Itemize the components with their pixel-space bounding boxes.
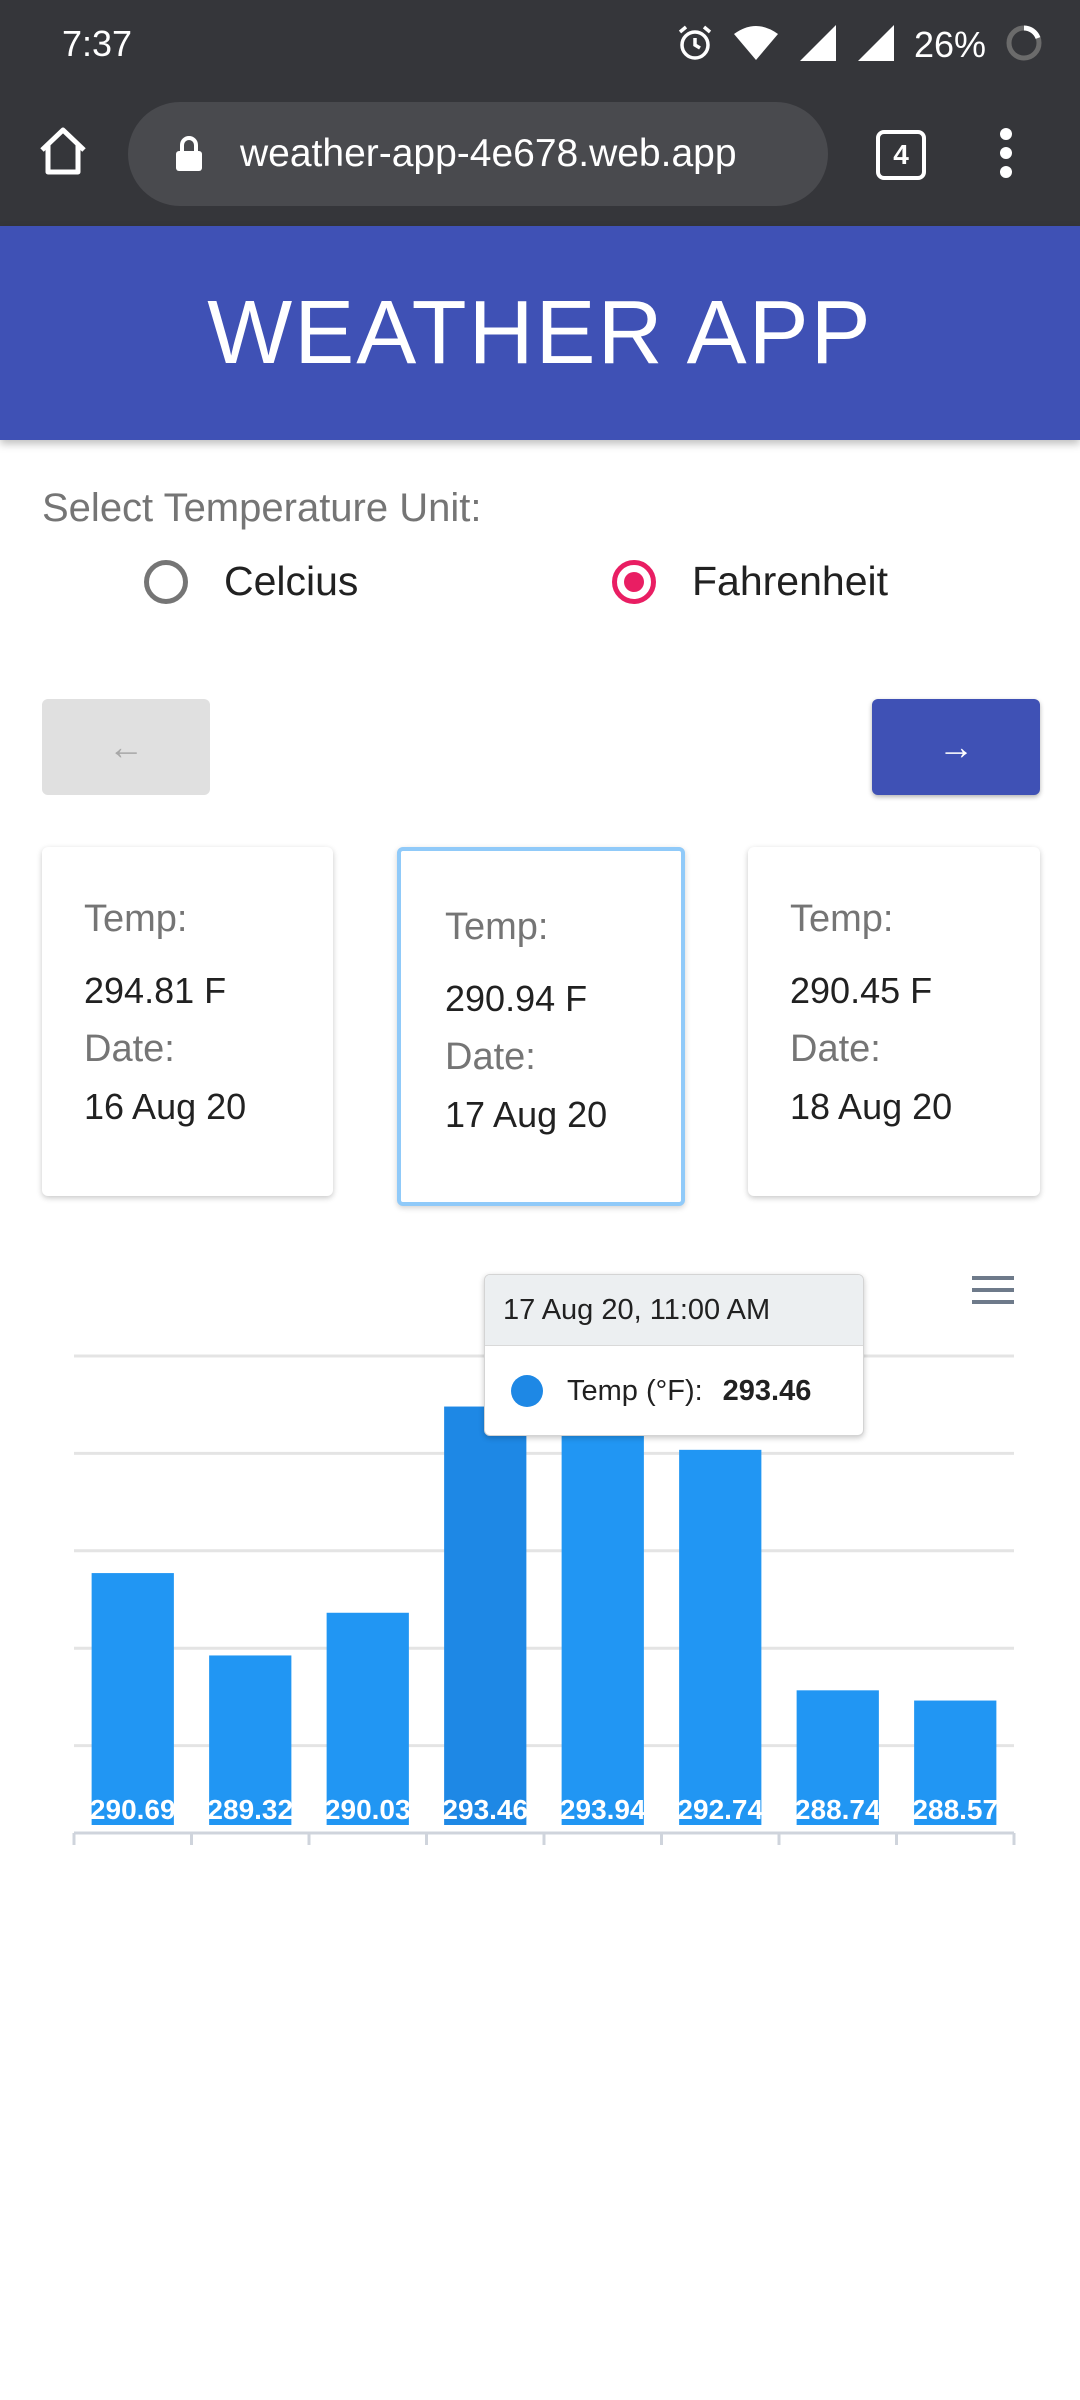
prev-button[interactable]: ← <box>42 699 210 795</box>
more-vert-icon <box>999 127 1013 184</box>
date-label: Date: <box>790 1028 881 1070</box>
weather-card[interactable]: Temp: 290.45 F Date: 18 Aug 20 <box>748 847 1040 1196</box>
tooltip-title: 17 Aug 20, 11:00 AM <box>485 1275 863 1346</box>
unit-selector-label: Select Temperature Unit: <box>42 486 482 530</box>
status-time: 7:37 <box>62 23 133 64</box>
chart-data-label: 292.74 <box>677 1794 763 1825</box>
radio-celcius[interactable]: Celcius <box>144 558 358 605</box>
tooltip-value: 293.46 <box>722 1374 812 1407</box>
chart-bar[interactable] <box>679 1449 762 1825</box>
chart-data-label: 288.74 <box>795 1794 881 1825</box>
temp-value: 294.81 F <box>84 970 227 1011</box>
date-value: 17 Aug 20 <box>445 1094 608 1135</box>
chart-data-label: 289.32 <box>207 1794 293 1825</box>
chart-bar[interactable] <box>91 1573 174 1825</box>
radio-celcius-label: Celcius <box>224 558 359 604</box>
lock-icon <box>172 132 206 176</box>
radio-dot <box>624 571 644 592</box>
chart-tooltip: 17 Aug 20, 11:00 AM Temp (°F): 293.46 <box>484 1274 864 1436</box>
date-value: 18 Aug 20 <box>790 1086 953 1127</box>
tabs-button[interactable]: 4 <box>876 130 926 180</box>
radio-checked-icon <box>612 559 656 604</box>
status-bar: 7:37 26% <box>0 0 1080 90</box>
url-text: weather-app-4e678.web.app <box>240 132 737 175</box>
hamburger-menu-icon <box>972 1276 1014 1304</box>
chart-menu-button[interactable] <box>972 1274 1014 1306</box>
home-button[interactable] <box>30 120 96 186</box>
date-label: Date: <box>445 1036 536 1078</box>
chart-data-label: 293.94 <box>560 1794 646 1825</box>
series-dot-icon <box>511 1375 543 1407</box>
chart-data-label: 293.46 <box>442 1794 528 1825</box>
radio-unchecked-icon <box>144 559 188 604</box>
chart-data-label: 288.57 <box>912 1794 998 1825</box>
chart-bar[interactable] <box>444 1406 527 1825</box>
browser-menu-button[interactable] <box>986 114 1026 196</box>
temp-value: 290.94 F <box>445 978 588 1019</box>
temp-label: Temp: <box>790 898 894 940</box>
signal-icon <box>798 23 838 68</box>
temp-label: Temp: <box>84 898 188 940</box>
weather-card[interactable]: Temp: 294.81 F Date: 16 Aug 20 <box>42 847 333 1196</box>
browser-toolbar: weather-app-4e678.web.app 4 <box>0 90 1080 226</box>
tooltip-body: Temp (°F): 293.46 <box>485 1346 863 1435</box>
temp-label: Temp: <box>445 906 549 948</box>
battery-percent: 26% <box>913 24 986 65</box>
tooltip-series-label: Temp (°F): <box>567 1374 703 1407</box>
radio-fahrenheit-label: Fahrenheit <box>692 558 889 604</box>
signal-icon <box>856 23 896 68</box>
address-bar[interactable]: weather-app-4e678.web.app <box>128 102 828 206</box>
chart-data-label: 290.03 <box>325 1794 411 1825</box>
radio-fahrenheit[interactable]: Fahrenheit <box>612 558 888 605</box>
alarm-icon <box>676 24 714 67</box>
home-icon <box>36 124 90 183</box>
date-label: Date: <box>84 1028 175 1070</box>
battery-icon <box>1004 23 1044 68</box>
app-header: WEATHER APP <box>0 226 1080 440</box>
next-button[interactable]: → <box>872 699 1040 795</box>
weather-card-selected[interactable]: Temp: 290.94 F Date: 17 Aug 20 <box>397 847 685 1206</box>
temp-value: 290.45 F <box>790 970 933 1011</box>
chart-bar[interactable] <box>561 1377 644 1825</box>
chart-data-label: 290.69 <box>90 1794 176 1825</box>
status-icons: 26% <box>676 18 1044 72</box>
wifi-icon <box>732 24 780 67</box>
date-value: 16 Aug 20 <box>84 1086 247 1127</box>
app-title: WEATHER APP <box>207 282 873 383</box>
